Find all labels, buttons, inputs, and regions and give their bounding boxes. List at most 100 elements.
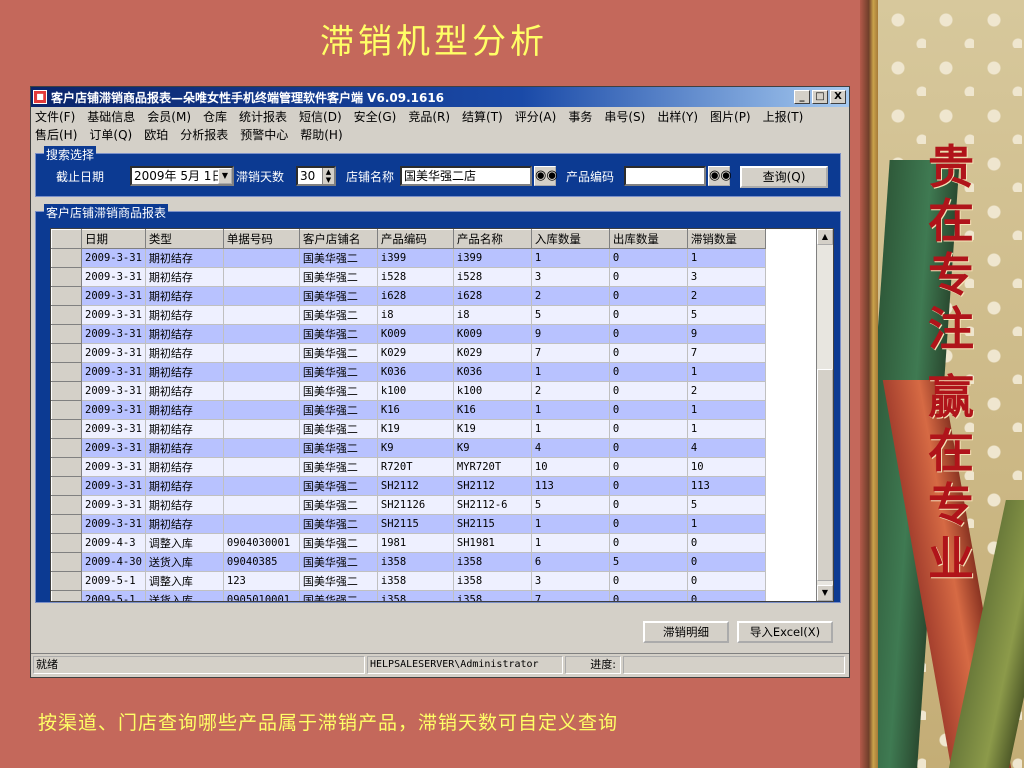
row-header[interactable]	[51, 305, 82, 325]
scroll-thumb[interactable]	[817, 369, 833, 581]
app-window: ■ 客户店铺滞销商品报表—朵唯女性手机终端管理软件客户端 V6.09.1616 …	[30, 86, 850, 678]
table-row[interactable]: 2009-3-31 期初结存 国美华强二 k100 k100 2 0 2	[51, 381, 766, 401]
column-header[interactable]: 类型	[144, 229, 224, 249]
days-stepper[interactable]: 30 ▲ ▼	[296, 166, 336, 186]
row-header[interactable]	[51, 248, 82, 268]
column-header[interactable]: 单据号码	[222, 229, 300, 249]
table-cell: 7	[687, 343, 766, 363]
table-row[interactable]: 2009-3-31 期初结存 国美华强二 K19 K19 1 0 1	[51, 419, 766, 439]
row-header[interactable]	[51, 438, 82, 458]
end-date-picker[interactable]: 2009年 5月 1日 ▼	[130, 166, 234, 186]
table-row[interactable]: 2009-3-31 期初结存 国美华强二 R720T MYR720T 10 0 10	[51, 457, 766, 477]
menu-item[interactable]: 预警中心	[240, 126, 288, 144]
column-header[interactable]: 出库数量	[608, 229, 688, 249]
store-search-icon[interactable]: ◉◉	[534, 166, 558, 186]
menu-item[interactable]: 评分(A)	[515, 108, 557, 126]
minimize-button[interactable]: _	[794, 90, 810, 104]
row-header[interactable]	[51, 400, 82, 420]
menu-item[interactable]: 会员(M)	[147, 108, 191, 126]
stale-detail-button[interactable]: 滞销明细	[643, 621, 729, 643]
menu-item[interactable]: 统计报表	[239, 108, 287, 126]
table-row[interactable]: 2009-3-31 期初结存 国美华强二 SH2112 SH2112 113 0 113	[51, 476, 766, 496]
column-header[interactable]: 产品编码	[376, 229, 454, 249]
vertical-scrollbar[interactable]: ▲ ▼	[816, 229, 833, 601]
maximize-button[interactable]: □	[812, 90, 828, 104]
product-search-icon[interactable]: ◉◉	[708, 166, 732, 186]
table-cell: 期初结存	[145, 495, 224, 515]
row-header[interactable]	[51, 571, 82, 591]
menu-item[interactable]: 仓库	[203, 108, 227, 126]
store-field[interactable]: 国美华强二店	[400, 166, 532, 186]
menu-item[interactable]: 文件(F)	[35, 108, 75, 126]
table-row[interactable]: 2009-5-1 送货入库 0905010001 国美华强二 i358 i358 7 0 0	[51, 590, 766, 601]
close-button[interactable]: X	[830, 90, 846, 104]
table-row[interactable]: 2009-3-31 期初结存 国美华强二 K029 K029 7 0 7	[51, 343, 766, 363]
export-excel-button[interactable]: 导入Excel(X)	[737, 621, 833, 643]
table-row[interactable]: 2009-3-31 期初结存 国美华强二 K009 K009 9 0 9	[51, 324, 766, 344]
table-cell: 0	[609, 267, 688, 287]
row-header[interactable]	[51, 590, 82, 601]
row-header[interactable]	[51, 495, 82, 515]
title-bar: ■ 客户店铺滞销商品报表—朵唯女性手机终端管理软件客户端 V6.09.1616 …	[31, 87, 849, 107]
row-header[interactable]	[51, 381, 82, 401]
menu-item[interactable]: 基础信息	[87, 108, 135, 126]
table-row[interactable]: 2009-3-31 期初结存 国美华强二 i528 i528 3 0 3	[51, 267, 766, 287]
query-button[interactable]: 查询(Q)	[740, 166, 828, 188]
menu-item[interactable]: 竞品(R)	[408, 108, 450, 126]
menu-item[interactable]: 安全(G)	[354, 108, 397, 126]
table-cell: k100	[453, 381, 532, 401]
menu-item[interactable]: 订单(Q)	[89, 126, 132, 144]
table-cell: 2009-4-3	[81, 533, 146, 553]
row-header[interactable]	[51, 286, 82, 306]
table-row[interactable]: 2009-3-31 期初结存 国美华强二 K16 K16 1 0 1	[51, 400, 766, 420]
table-cell: 期初结存	[145, 381, 224, 401]
scroll-down-icon[interactable]: ▼	[817, 585, 833, 601]
row-header[interactable]	[51, 476, 82, 496]
menu-item[interactable]: 短信(D)	[299, 108, 342, 126]
product-code-field[interactable]	[624, 166, 706, 186]
menu-item[interactable]: 分析报表	[180, 126, 228, 144]
row-header[interactable]	[51, 324, 82, 344]
table-row[interactable]: 2009-3-31 期初结存 国美华强二 i8 i8 5 0 5	[51, 305, 766, 325]
table-row[interactable]: 2009-3-31 期初结存 国美华强二 K036 K036 1 0 1	[51, 362, 766, 382]
table-cell: 2009-3-31	[81, 514, 146, 534]
column-header[interactable]: 日期	[81, 229, 146, 249]
menu-item[interactable]: 上报(T)	[763, 108, 804, 126]
column-header[interactable]: 产品名称	[452, 229, 532, 249]
table-row[interactable]: 2009-4-30 送货入库 09040385 国美华强二 i358 i358 6 5 0	[51, 552, 766, 572]
row-header[interactable]	[51, 362, 82, 382]
row-header[interactable]	[51, 533, 82, 553]
table-cell: i358	[453, 571, 532, 591]
table-row[interactable]: 2009-3-31 期初结存 国美华强二 i399 i399 1 0 1	[51, 248, 766, 268]
column-header[interactable]: 客户店铺名	[298, 229, 378, 249]
row-header[interactable]	[51, 552, 82, 572]
table-cell: 0	[609, 533, 688, 553]
scroll-up-icon[interactable]: ▲	[817, 229, 833, 245]
table-row[interactable]: 2009-3-31 期初结存 国美华强二 i628 i628 2 0 2	[51, 286, 766, 306]
menu-item[interactable]: 出样(Y)	[657, 108, 698, 126]
menu-item[interactable]: 欧珀	[144, 126, 168, 144]
table-cell: 2	[687, 381, 766, 401]
spin-arrows-icon[interactable]: ▲ ▼	[322, 168, 334, 184]
menu-item[interactable]: 结算(T)	[462, 108, 503, 126]
table-row[interactable]: 2009-3-31 期初结存 国美华强二 SH21126 SH2112-6 5 0 5	[51, 495, 766, 515]
row-header[interactable]	[51, 343, 82, 363]
menu-item[interactable]: 图片(P)	[710, 108, 751, 126]
row-header[interactable]	[51, 267, 82, 287]
table-cell: 0	[609, 457, 688, 477]
row-header[interactable]	[51, 419, 82, 439]
column-header[interactable]: 滞销数量	[686, 229, 766, 249]
row-header[interactable]	[51, 514, 82, 534]
table-row[interactable]: 2009-4-3 调整入库 0904030001 国美华强二 1981 SH1981 1 0 0	[51, 533, 766, 553]
chevron-down-icon[interactable]: ▼	[218, 168, 232, 184]
menu-item[interactable]: 串号(S)	[604, 108, 645, 126]
table-row[interactable]: 2009-5-1 调整入库 123 国美华强二 i358 i358 3 0 0	[51, 571, 766, 591]
table-row[interactable]: 2009-3-31 期初结存 国美华强二 K9 K9 4 0 4	[51, 438, 766, 458]
menu-item[interactable]: 售后(H)	[35, 126, 77, 144]
table-row[interactable]: 2009-3-31 期初结存 国美华强二 SH2115 SH2115 1 0 1	[51, 514, 766, 534]
column-header[interactable]: 入库数量	[530, 229, 610, 249]
menu-item[interactable]: 事务	[568, 108, 592, 126]
table-cell: 09040385	[223, 552, 300, 572]
menu-item[interactable]: 帮助(H)	[300, 126, 342, 144]
row-header[interactable]	[51, 457, 82, 477]
